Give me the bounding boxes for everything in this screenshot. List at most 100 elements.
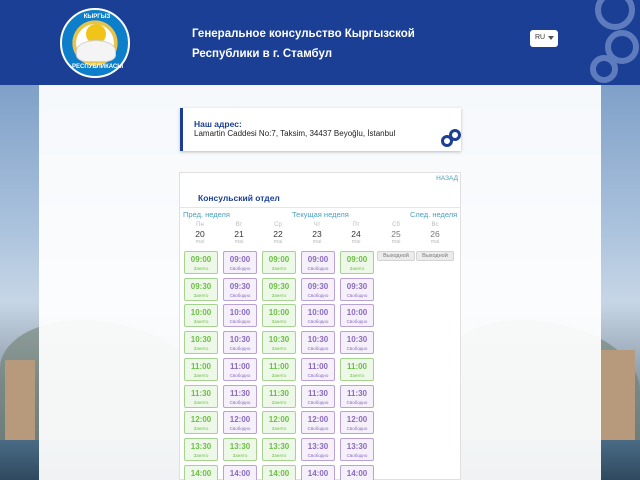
time-slot-button[interactable]: 09:30 Свободно <box>223 277 257 301</box>
slot-time: 12:00 <box>346 415 368 425</box>
time-slot-button[interactable]: 09:00 Свободно <box>301 251 335 274</box>
time-slot-button[interactable]: 10:30 Свободно <box>223 331 257 355</box>
slot-time: 11:00 <box>307 361 329 371</box>
slot-time: 09:00 <box>190 255 212 264</box>
slot-time: 10:00 <box>229 308 251 318</box>
time-slot-button[interactable]: 09:00 Занято <box>184 251 218 274</box>
time-slot-button[interactable]: 10:30 Занято <box>184 331 218 355</box>
day-month: mai <box>391 239 401 245</box>
time-slot-button[interactable]: 09:00 Занято <box>340 251 374 274</box>
department-title: Консульский отдел <box>198 193 280 203</box>
slot-status: Свободно <box>346 426 368 432</box>
time-slot-button[interactable]: 12:00 Занято <box>262 411 296 435</box>
time-slot-button[interactable]: 12:00 Свободно <box>223 411 257 435</box>
slot-time: 09:00 <box>307 255 329 264</box>
time-slot-button[interactable]: 10:00 Свободно <box>340 304 374 328</box>
prev-week-link[interactable]: Пред. неделя <box>183 210 230 219</box>
time-slot-button[interactable]: 10:30 Свободно <box>301 331 335 355</box>
day-date: 25 <box>391 229 401 239</box>
time-slot-button[interactable]: 11:30 Занято <box>184 384 218 408</box>
slot-time: 10:30 <box>190 335 212 345</box>
slot-status: Свободно <box>346 292 368 298</box>
day-date: 26 <box>430 229 440 239</box>
time-slot-button[interactable]: 10:00 Занято <box>184 304 218 328</box>
time-slot-button[interactable]: 11:30 Свободно <box>340 384 374 408</box>
day-dow: Вт <box>235 222 243 228</box>
time-slot-button[interactable]: 10:30 Занято <box>262 331 296 355</box>
time-slot-button[interactable]: 12:00 Свободно <box>340 411 374 435</box>
slot-status: Свободно <box>307 292 329 298</box>
slot-time: 14:00 <box>268 468 290 478</box>
time-slot-button[interactable]: 13:30 Занято <box>184 437 218 461</box>
current-week-link[interactable]: Текущая неделя <box>292 210 349 219</box>
slot-status: Занято <box>193 452 209 458</box>
time-slot-button[interactable]: 13:30 Занято <box>223 437 257 461</box>
day-off-badge: Выходной <box>377 251 415 261</box>
time-slot-button[interactable]: 13:30 Занято <box>262 437 296 461</box>
slot-status: Свободно <box>346 319 368 325</box>
time-slot-button[interactable]: 14:00Занято <box>184 464 218 480</box>
slot-time: 09:00 <box>268 255 290 264</box>
time-slot-button[interactable]: 09:30 Занято <box>262 277 296 301</box>
time-slot-button[interactable]: 11:00 Свободно <box>301 357 335 381</box>
slot-time: 09:30 <box>346 281 368 291</box>
time-slot-button[interactable]: 14:00Занято <box>262 464 296 480</box>
day-month: mai <box>195 239 205 245</box>
time-slot-button[interactable]: 11:00 Свободно <box>223 357 257 381</box>
slot-time: 09:30 <box>229 281 251 291</box>
slot-status: Занято <box>193 346 209 352</box>
time-slot-button[interactable]: 11:30 Свободно <box>301 384 335 408</box>
time-slot-button[interactable]: 13:30 Свободно <box>301 437 335 461</box>
emblem-bottom-text: РЕСПУБЛИКАСЫ <box>72 64 124 70</box>
day-dow: Пт <box>352 222 360 228</box>
time-slot-button[interactable]: 11:00 Занято <box>340 357 374 381</box>
slot-time: 14:00 <box>229 468 251 478</box>
language-select[interactable]: RU <box>530 30 558 47</box>
address-card: Наш адрес: Lamartin Caddesi No:7, Taksim… <box>180 108 461 151</box>
back-link[interactable]: НАЗАД <box>436 175 458 182</box>
slot-time: 10:00 <box>268 308 290 318</box>
time-slot-button[interactable]: 13:30 Свободно <box>340 437 374 461</box>
time-slot-button[interactable]: 14:00Свободно <box>340 464 374 480</box>
slot-status: Занято <box>271 426 287 432</box>
time-slot-button[interactable]: 11:30 Занято <box>262 384 296 408</box>
time-slot-button[interactable]: 09:30 Свободно <box>340 277 374 301</box>
time-slot-button[interactable]: 12:00 Занято <box>184 411 218 435</box>
slot-time: 13:30 <box>307 441 329 451</box>
time-slot-button[interactable]: 10:30 Свободно <box>340 331 374 355</box>
time-slot-button[interactable]: 11:00 Занято <box>262 357 296 381</box>
slot-time: 09:30 <box>190 281 212 291</box>
slot-status: Занято <box>193 399 209 405</box>
slot-time: 10:00 <box>346 308 368 318</box>
time-slot-button[interactable]: 09:30 Занято <box>184 277 218 301</box>
slot-time: 12:00 <box>268 415 290 425</box>
time-slot-button[interactable]: 10:00 Свободно <box>223 304 257 328</box>
slot-status: Свободно <box>229 426 251 432</box>
next-week-link[interactable]: След. неделя <box>410 210 457 219</box>
day-month: mai <box>351 239 361 245</box>
slot-time: 10:30 <box>307 335 329 345</box>
time-slot-button[interactable]: 12:00 Свободно <box>301 411 335 435</box>
slot-status: Свободно <box>307 452 329 458</box>
slot-time: 13:30 <box>346 441 368 451</box>
slot-time: 12:00 <box>229 415 251 425</box>
time-slot-button[interactable]: 09:00 Свободно <box>223 251 257 274</box>
time-slot-button[interactable]: 10:00 Свободно <box>301 304 335 328</box>
time-slot-button[interactable]: 14:00Свободно <box>301 464 335 480</box>
day-month: mai <box>234 239 244 245</box>
slot-time: 10:30 <box>346 335 368 345</box>
time-slot-button[interactable]: 10:00 Занято <box>262 304 296 328</box>
day-date: 22 <box>273 229 283 239</box>
day-header: Пн 20 mai <box>182 221 218 246</box>
time-slot-button[interactable]: 11:00 Занято <box>184 357 218 381</box>
state-emblem-logo[interactable]: КЫРГЫЗ РЕСПУБЛИКАСЫ <box>60 8 130 78</box>
slot-time: 14:00 <box>307 468 329 478</box>
time-slot-button[interactable]: 09:30 Свободно <box>301 277 335 301</box>
slot-time: 11:30 <box>307 388 329 398</box>
time-slot-button[interactable]: 11:30 Свободно <box>223 384 257 408</box>
slot-time: 11:00 <box>268 361 290 371</box>
day-off-badge: Выходной <box>416 251 454 261</box>
time-slot-button[interactable]: 14:00Свободно <box>223 464 257 480</box>
time-slot-button[interactable]: 09:00 Занято <box>262 251 296 274</box>
slot-status: Занято <box>232 452 248 458</box>
